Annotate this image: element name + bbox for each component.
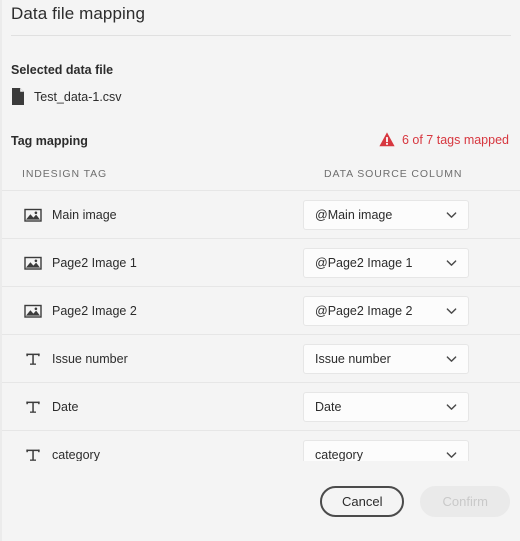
tags-mapped-status: 6 of 7 tags mapped [379,132,509,147]
data-source-select[interactable]: Date [303,391,469,422]
tag-cell: Date [2,398,302,416]
cancel-button[interactable]: Cancel [320,485,405,517]
title-divider [11,35,511,36]
column-header-data-source: DATA SOURCE COLUMN [324,168,463,180]
select-value: Issue number [315,351,391,366]
text-icon [24,398,42,416]
tag-label: Date [52,399,79,414]
source-cell: Issue number [302,343,469,374]
select-value: Date [315,399,342,414]
selected-file-name: Test_data-1.csv [34,89,122,104]
tag-label: Issue number [52,351,128,366]
table-row: Date Date [2,382,520,430]
data-source-select[interactable]: Issue number [303,343,469,374]
source-cell: @Page2 Image 1 [302,247,469,278]
select-value: @Page2 Image 2 [315,303,413,318]
file-icon [11,88,25,105]
tag-cell: Issue number [2,350,302,368]
table-row: Page2 Image 1 @Page2 Image 1 [2,238,520,286]
confirm-button[interactable]: Confirm [420,485,510,517]
tag-label: Page2 Image 2 [52,303,137,318]
data-source-select[interactable]: @Main image [303,199,469,230]
data-source-select[interactable]: category [303,439,469,462]
tag-label: Main image [52,207,117,222]
table-row: Issue number Issue number [2,334,520,382]
selected-data-file-label: Selected data file [11,63,114,77]
selected-file-row: Test_data-1.csv [11,88,122,105]
text-icon [24,350,42,368]
image-icon [24,206,42,224]
select-value: category [315,447,363,462]
source-cell: @Page2 Image 2 [302,295,469,326]
source-cell: @Main image [302,199,469,230]
table-row: Page2 Image 2 @Page2 Image 2 [2,286,520,334]
data-file-mapping-dialog: Data file mapping Selected data file Tes… [0,0,520,541]
tag-cell: Page2 Image 2 [2,302,302,320]
status-badge: 6 of 7 tags mapped [401,132,509,147]
tag-cell: Main image [2,206,302,224]
tag-mapping-table[interactable]: Main image @Main image Page2 Image 1 @Pa… [2,190,520,461]
warning-triangle-icon [379,132,395,147]
table-row: Main image @Main image [2,190,520,238]
dialog-footer: Cancel Confirm [2,461,520,541]
tag-label: category [52,447,100,462]
text-icon [24,446,42,462]
column-header-indesign-tag: INDESIGN TAG [22,168,108,180]
tag-mapping-label: Tag mapping [11,134,88,148]
source-cell: category [302,439,469,462]
image-icon [24,302,42,320]
select-value: @Page2 Image 1 [315,255,413,270]
select-value: @Main image [315,207,393,222]
tag-label: Page2 Image 1 [52,255,137,270]
source-cell: Date [302,391,469,422]
dialog-title: Data file mapping [11,4,145,23]
tag-cell: Page2 Image 1 [2,254,302,272]
image-icon [24,254,42,272]
data-source-select[interactable]: @Page2 Image 1 [303,247,469,278]
table-row: category category [2,430,520,461]
tag-cell: category [2,446,302,462]
data-source-select[interactable]: @Page2 Image 2 [303,295,469,326]
